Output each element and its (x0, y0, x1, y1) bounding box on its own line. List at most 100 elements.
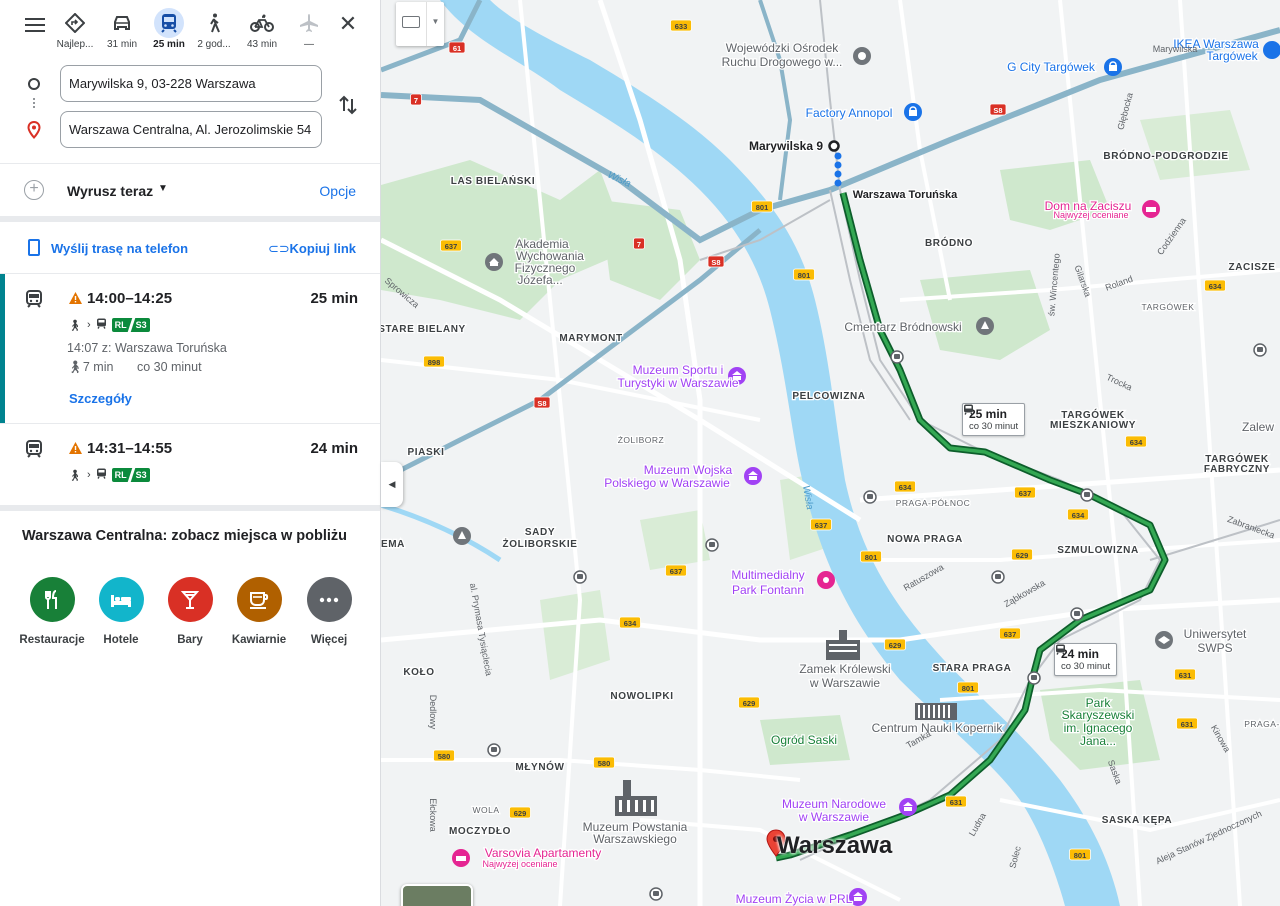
mode-walk[interactable]: 2 god... (189, 8, 239, 50)
copy-link-button[interactable]: Kopiuj link (290, 241, 356, 256)
route-callout[interactable]: 24 min co 30 minut (1054, 643, 1118, 676)
map-label[interactable]: im. Ignacego (1062, 720, 1134, 737)
map-label[interactable]: STARA PRAGA (931, 662, 1012, 676)
collapse-panel-button[interactable]: ◀ (381, 462, 403, 507)
map-label[interactable]: Multimedialny (730, 567, 806, 584)
map-label[interactable]: NOWOLIPKI (609, 690, 674, 704)
map-label[interactable]: NOWA PRAGA (886, 533, 964, 547)
map-label[interactable]: Zamek Królewski (798, 661, 892, 678)
menu-button[interactable] (22, 14, 48, 36)
map-label[interactable]: PIASKI (406, 446, 445, 460)
mode-best[interactable]: Najlep... (50, 8, 100, 50)
send-to-phone-link[interactable]: Wyślij trasę na telefon (51, 241, 188, 256)
road-number-badge: 801 (1069, 848, 1091, 861)
map-label[interactable]: LAS BIELAŃSKI (450, 173, 536, 189)
map-label[interactable]: ZACISZE (1227, 261, 1276, 275)
map-label[interactable]: Uniwersytet (1182, 626, 1248, 643)
map-label[interactable]: SZMULOWIZNA (1056, 544, 1139, 558)
map-label[interactable]: Muzeum Wojska (643, 462, 734, 479)
trip-option[interactable]: 14:00–14:25 25 min 🚶︎ › RL S3 14:07 z: Wa… (0, 274, 380, 423)
directions-panel: Najlep... 31 min 25 min 2 god... 43 min (0, 0, 381, 906)
layers-toggle[interactable] (401, 884, 473, 906)
close-directions-button[interactable]: ✕ (336, 12, 360, 36)
map-label[interactable]: ŻOLIBORSKIE (501, 536, 578, 552)
map-label[interactable]: Zalew (1241, 419, 1276, 436)
map-label[interactable]: Warszawa Toruńska (851, 188, 959, 203)
map-label[interactable]: Jana... (1079, 733, 1118, 750)
map-label[interactable]: KOŁO (402, 666, 435, 680)
mode-flight[interactable]: — (284, 8, 334, 50)
map-label[interactable]: Varsovia Apartamenty (483, 845, 602, 862)
category-restaurants[interactable]: Restauracje (17, 577, 87, 646)
category-bars[interactable]: Bary (155, 577, 225, 646)
caret-down-icon[interactable]: ▼ (158, 183, 168, 194)
map-label[interactable]: Ruchu Drogowego w... (720, 54, 843, 71)
map-label[interactable]: MIESZKANIOWY (1049, 419, 1137, 433)
destination-input[interactable]: Warszawa Centralna, Al. Jerozolimskie 54 (60, 111, 322, 148)
trip-option[interactable]: 14:31–14:55 24 min 🚶︎ › RL S3 (0, 424, 380, 504)
depart-time-select[interactable]: Wyrusz teraz (67, 183, 153, 199)
warning-icon (68, 291, 83, 305)
map-label[interactable]: WOLA (471, 804, 500, 817)
map-label[interactable]: Cmentarz Bródnowski (843, 319, 963, 336)
mode-car[interactable]: 31 min (97, 8, 147, 50)
map-label[interactable]: Park Fontann (731, 582, 806, 599)
phone-send-icon[interactable] (28, 239, 40, 256)
origin-marker[interactable] (828, 140, 840, 152)
map-label[interactable]: Targówek (1205, 48, 1260, 65)
map-label[interactable]: SASKA KĘPA (1101, 814, 1173, 828)
map-canvas[interactable]: Wojewódzki Ośrodek Ruchu Drogowego w... Fa… (381, 0, 1280, 906)
swap-button[interactable] (336, 93, 360, 117)
map-label[interactable]: BRÓDNO (924, 235, 974, 251)
map-label[interactable]: Factory Annopol (804, 105, 893, 122)
map-label[interactable]: TARGÓWEK (1140, 301, 1195, 314)
map-label[interactable]: Najwyżej oceniane (1052, 209, 1130, 222)
map-label[interactable]: w Warszawie (808, 675, 882, 692)
map-label[interactable]: Turystyki w Warszawie (616, 375, 740, 392)
map-label[interactable]: Muzeum Życia w PRL (734, 891, 854, 906)
map-label[interactable]: PELCOWIZNA (791, 390, 866, 404)
svg-text:637: 637 (1004, 630, 1017, 639)
route-callout[interactable]: 25 min co 30 minut (962, 403, 1026, 436)
category-hotels[interactable]: Hotele (86, 577, 156, 646)
map-label[interactable]: Marywilska 9 (748, 138, 825, 155)
category-cafes[interactable]: Kawiarnie (224, 577, 294, 646)
map-label[interactable]: SADY (524, 526, 556, 540)
map-label[interactable]: w Warszawie (797, 809, 871, 826)
mode-bike[interactable]: 43 min (237, 8, 287, 50)
map-label[interactable]: MARYMONT (558, 332, 623, 346)
map-label[interactable]: BRÓDNO-PODGRODZIE (1102, 148, 1229, 164)
details-link[interactable]: Szczegóły (69, 391, 132, 406)
options-button[interactable]: Opcje (319, 183, 356, 199)
map-label[interactable]: Najwyżej oceniane (481, 858, 559, 871)
map-label[interactable]: Polskiego w Warszawie (603, 475, 731, 492)
keyboard-shortcuts-button[interactable]: ▼ (396, 2, 444, 46)
road-number-badge: 629 (738, 696, 760, 709)
category-more[interactable]: Więcej (294, 577, 364, 646)
map-label[interactable]: Centrum Nauki Kopernik (870, 720, 1004, 737)
map-label[interactable]: PRAGA-PÓŁNOC (895, 497, 972, 510)
map-label[interactable]: PRAGA- (1243, 718, 1280, 731)
map-label[interactable]: SWPS (1196, 640, 1234, 657)
map-label[interactable]: FABRYCZNY (1203, 463, 1271, 477)
map-label[interactable]: G City Targówek (1006, 59, 1097, 76)
map-label[interactable]: MŁYNÓW (514, 759, 565, 775)
mode-transit-label: 25 min (153, 39, 185, 50)
add-destination-icon[interactable]: + (24, 180, 44, 200)
map-label[interactable]: Warszawskiego (592, 831, 678, 848)
map-label[interactable]: Skaryszewski (1060, 707, 1135, 724)
map-label[interactable]: Józefa... (516, 272, 564, 289)
more-icon (306, 577, 352, 622)
map-label[interactable]: Muzeum Sportu i (631, 362, 724, 379)
map-label[interactable]: Wojewódzki Ośrodek (725, 40, 841, 57)
link-icon[interactable]: ⊂⊃ (268, 241, 290, 257)
map-label[interactable]: Muzeum Narodowe (781, 796, 888, 813)
mode-transit[interactable]: 25 min (144, 8, 194, 50)
map-label[interactable]: STARE BIELANY (381, 323, 466, 337)
travel-mode-bar: Najlep... 31 min 25 min 2 god... 43 min (0, 8, 380, 58)
map-label[interactable]: MOCZYDŁO (448, 825, 512, 839)
map-label[interactable]: Ogród Saski (770, 732, 839, 749)
origin-input[interactable]: Marywilska 9, 03-228 Warszawa (60, 65, 322, 102)
map-label[interactable]: ŻOLIBORZ (616, 434, 665, 447)
map-label[interactable]: EMA (381, 538, 406, 552)
